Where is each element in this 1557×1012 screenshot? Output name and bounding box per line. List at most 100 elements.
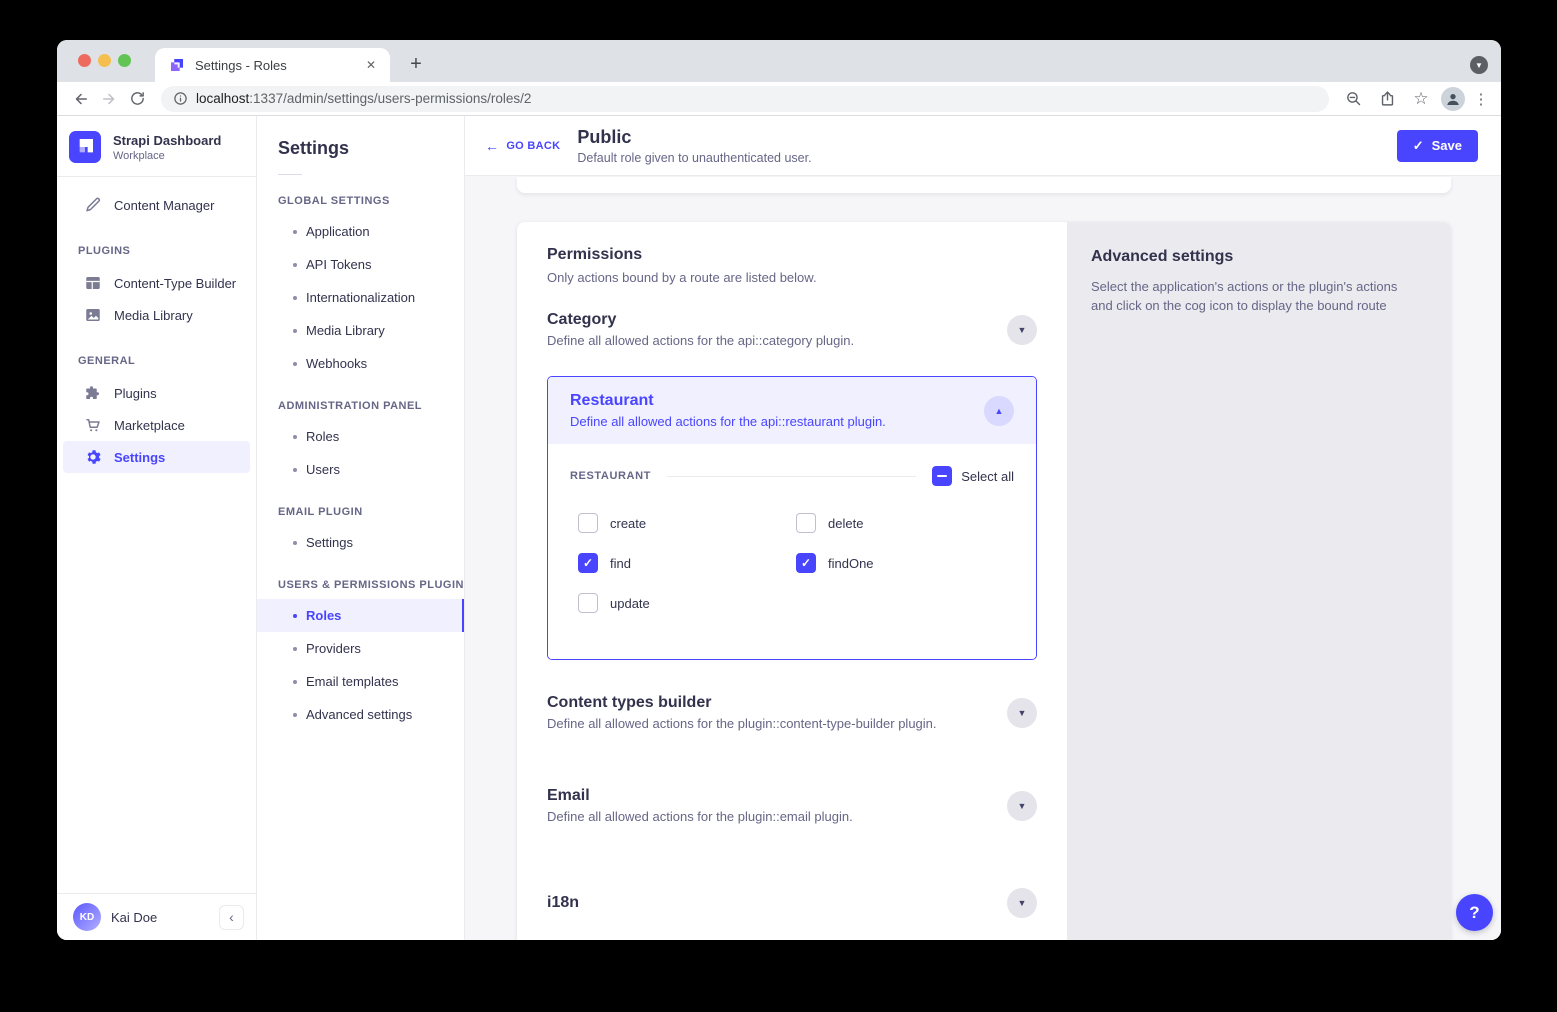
address-bar[interactable]: localhost:1337/admin/settings/users-perm…: [161, 86, 1329, 112]
checkbox[interactable]: [578, 593, 598, 613]
accordion-restaurant: Restaurant Define all allowed actions fo…: [547, 376, 1037, 660]
accordion-email[interactable]: Email Define all allowed actions for the…: [547, 787, 1037, 824]
subnav-item-admin-users[interactable]: Users: [257, 453, 464, 486]
sidebar-item-label: Content-Type Builder: [114, 276, 236, 291]
user-avatar[interactable]: KD: [73, 903, 101, 931]
tab-strip: Settings - Roles ✕ + ▼: [57, 40, 1501, 82]
subnav-item-providers[interactable]: Providers: [257, 632, 464, 665]
main-content: ←GO BACK Public Default role given to un…: [465, 116, 1501, 940]
subnav-item-api-tokens[interactable]: API Tokens: [257, 248, 464, 281]
page-info-icon[interactable]: [173, 91, 188, 106]
permissions-panel: Permissions Only actions bound by a rout…: [517, 222, 1067, 940]
subnav-item-email-settings[interactable]: Settings: [257, 526, 464, 559]
help-button[interactable]: ?: [1456, 894, 1493, 931]
permission-update[interactable]: update: [578, 593, 796, 613]
url-host: localhost: [196, 91, 249, 106]
bullet-icon: [293, 614, 297, 618]
role-details-card-edge: [517, 177, 1451, 193]
advanced-settings-panel: Advanced settings Select the application…: [1067, 222, 1451, 940]
accordion-i18n[interactable]: i18n ▼: [547, 888, 1037, 918]
sidebar-item-media-library[interactable]: Media Library: [63, 299, 250, 331]
back-icon[interactable]: [67, 85, 95, 113]
minimize-window-button[interactable]: [98, 54, 111, 67]
browser-profile-avatar[interactable]: [1441, 87, 1465, 111]
page-title: Public: [577, 127, 811, 148]
user-name: Kai Doe: [111, 910, 209, 925]
subnav-section-users-permissions-plugin: USERS & PERMISSIONS PLUGIN: [257, 579, 464, 591]
sidebar-item-label: Content Manager: [114, 198, 214, 213]
checkbox[interactable]: [578, 553, 598, 573]
checkbox[interactable]: [796, 553, 816, 573]
workspace-brand[interactable]: Strapi Dashboard Workplace: [57, 116, 256, 177]
expand-email-button[interactable]: ▼: [1007, 791, 1037, 821]
sidebar-item-marketplace[interactable]: Marketplace: [63, 409, 250, 441]
browser-toolbar: localhost:1337/admin/settings/users-perm…: [57, 82, 1501, 116]
sidebar-item-plugins[interactable]: Plugins: [63, 377, 250, 409]
reload-icon[interactable]: [123, 85, 151, 113]
check-icon: ✓: [1413, 138, 1424, 154]
select-all-label: Select all: [961, 469, 1014, 484]
browser-window: Settings - Roles ✕ + ▼ localhost:1337/ad…: [57, 40, 1501, 940]
save-button[interactable]: ✓Save: [1397, 130, 1478, 162]
checkbox[interactable]: [796, 513, 816, 533]
subnav-item-media-library[interactable]: Media Library: [257, 314, 464, 347]
browser-menu-icon[interactable]: ⋮: [1471, 87, 1491, 111]
tab-close-icon[interactable]: ✕: [362, 56, 380, 74]
permission-find[interactable]: find: [578, 553, 796, 573]
sidebar-section-plugins: PLUGINS: [57, 245, 256, 257]
subnav-section-global-settings: GLOBAL SETTINGS: [257, 195, 464, 207]
accordion-content-types-builder[interactable]: Content types builder Define all allowed…: [547, 694, 1037, 731]
subnav-item-internationalization[interactable]: Internationalization: [257, 281, 464, 314]
zoom-out-icon[interactable]: [1339, 85, 1367, 113]
divider: [278, 174, 302, 175]
caret-down-icon: ▼: [1018, 898, 1027, 908]
divider: [667, 476, 916, 477]
sidebar-item-label: Settings: [114, 450, 165, 465]
subnav-item-admin-roles[interactable]: Roles: [257, 420, 464, 453]
url-path: :1337/admin/settings/users-permissions/r…: [249, 91, 531, 106]
caret-down-icon: ▼: [1018, 325, 1027, 335]
checkbox[interactable]: [578, 513, 598, 533]
sidebar-item-label: Plugins: [114, 386, 157, 401]
sidebar-item-content-manager[interactable]: Content Manager: [63, 189, 250, 221]
permission-delete[interactable]: delete: [796, 513, 1014, 533]
collapse-sidebar-button[interactable]: ‹: [219, 905, 244, 930]
permission-create[interactable]: create: [578, 513, 796, 533]
bullet-icon: [293, 541, 297, 545]
tab-search-icon[interactable]: ▼: [1470, 56, 1488, 74]
subnav-item-advanced-settings[interactable]: Advanced settings: [257, 698, 464, 731]
puzzle-icon: [84, 384, 102, 402]
expand-category-button[interactable]: ▼: [1007, 315, 1037, 345]
bookmark-star-icon[interactable]: ☆: [1407, 85, 1435, 113]
strapi-logo: [69, 131, 101, 163]
subnav-item-up-roles[interactable]: Roles: [257, 599, 464, 632]
url-text[interactable]: localhost:1337/admin/settings/users-perm…: [196, 91, 531, 106]
expand-i18n-button[interactable]: ▼: [1007, 888, 1037, 918]
new-tab-button[interactable]: +: [402, 50, 430, 78]
select-all-checkbox[interactable]: [932, 466, 952, 486]
close-window-button[interactable]: [78, 54, 91, 67]
bullet-icon: [293, 468, 297, 472]
sidebar-item-content-type-builder[interactable]: Content-Type Builder: [63, 267, 250, 299]
subnav-item-email-templates[interactable]: Email templates: [257, 665, 464, 698]
forward-icon[interactable]: [95, 85, 123, 113]
maximize-window-button[interactable]: [118, 54, 131, 67]
browser-tab[interactable]: Settings - Roles ✕: [155, 48, 390, 82]
share-icon[interactable]: [1373, 85, 1401, 113]
go-back-link[interactable]: ←GO BACK: [485, 138, 560, 154]
bullet-icon: [293, 329, 297, 333]
bullet-icon: [293, 230, 297, 234]
gear-icon: [84, 448, 102, 466]
sidebar-item-settings[interactable]: Settings: [63, 441, 250, 473]
accordion-restaurant-header[interactable]: Restaurant Define all allowed actions fo…: [548, 377, 1036, 444]
permissions-title: Permissions: [547, 246, 1037, 264]
accordion-category[interactable]: Category Define all allowed actions for …: [547, 311, 1037, 348]
advanced-settings-title: Advanced settings: [1091, 248, 1427, 266]
subnav-item-webhooks[interactable]: Webhooks: [257, 347, 464, 380]
subnav-item-application[interactable]: Application: [257, 215, 464, 248]
permission-findOne[interactable]: findOne: [796, 553, 1014, 573]
bullet-icon: [293, 647, 297, 651]
group-label: RESTAURANT: [570, 470, 651, 482]
collapse-restaurant-button[interactable]: ▲: [984, 396, 1014, 426]
expand-content-types-builder-button[interactable]: ▼: [1007, 698, 1037, 728]
